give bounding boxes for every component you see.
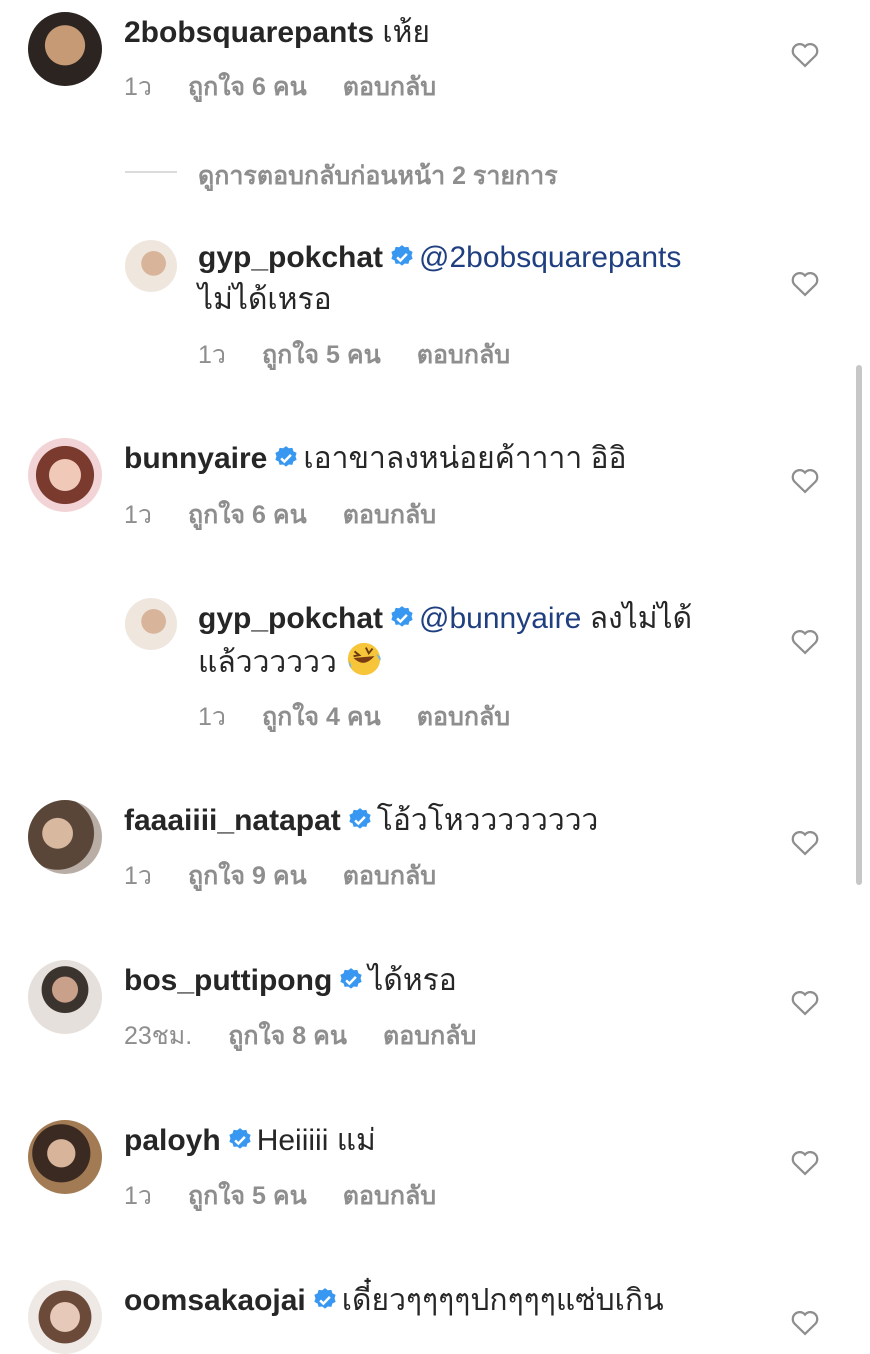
- comment-text: bos_puttipong ได้หรอ: [124, 960, 457, 1002]
- mention-link[interactable]: @bunnyaire: [419, 602, 581, 635]
- username[interactable]: faaaiiii_natapat: [124, 804, 341, 837]
- likes-count[interactable]: ถูกใจ 6 คน: [188, 501, 307, 529]
- comment-text: paloyh Heiiiii แม่: [124, 1120, 376, 1162]
- comment-meta: 1ว ถูกใจ 4 คน ตอบกลับ: [198, 702, 546, 732]
- verified-badge-icon: [314, 1288, 336, 1309]
- username[interactable]: paloyh: [124, 1124, 221, 1157]
- avatar[interactable]: [125, 240, 177, 292]
- timestamp: 1ว: [198, 341, 226, 369]
- comment-meta: 1ว ถูกใจ 9 คน ตอบกลับ: [124, 861, 472, 891]
- comment-body: เห้ย: [382, 16, 431, 49]
- reply-button[interactable]: ตอบกลับ: [417, 703, 510, 731]
- comment-meta: 1ว ถูกใจ 5 คน ตอบกลับ: [124, 1181, 472, 1211]
- username[interactable]: oomsakaojai: [124, 1284, 306, 1317]
- comment-text: 2bobsquarepants เห้ย: [124, 12, 430, 54]
- comment-meta: 1ว ถูกใจ 6 คน ตอบกลับ: [124, 500, 472, 530]
- timestamp: 1ว: [124, 862, 152, 890]
- username[interactable]: 2bobsquarepants: [124, 16, 374, 49]
- verified-badge-icon: [340, 968, 362, 989]
- reply-button[interactable]: ตอบกลับ: [343, 73, 436, 101]
- comment-body: เอาขาลงหน่อยค้าาาา อิอิ: [303, 442, 627, 475]
- likes-count[interactable]: ถูกใจ 6 คน: [188, 73, 307, 101]
- verified-badge-icon: [349, 808, 371, 829]
- timestamp: 1ว: [124, 73, 152, 101]
- heart-icon[interactable]: [790, 627, 820, 655]
- comment-body: Heiiiii แม่: [256, 1124, 376, 1157]
- timestamp: 1ว: [198, 703, 226, 731]
- likes-count[interactable]: ถูกใจ 5 คน: [188, 1182, 307, 1210]
- comment-body-line2: แล้วววววว: [198, 646, 337, 679]
- avatar[interactable]: [125, 598, 177, 650]
- likes-count[interactable]: ถูกใจ 4 คน: [262, 703, 381, 731]
- heart-icon[interactable]: [790, 1308, 820, 1336]
- reply-button[interactable]: ตอบกลับ: [343, 501, 436, 529]
- comment-body: โอ้วโหวววววววว: [376, 804, 599, 837]
- avatar[interactable]: [28, 1120, 102, 1194]
- heart-icon[interactable]: [790, 40, 820, 68]
- reply-button[interactable]: ตอบกลับ: [417, 341, 510, 369]
- comment-body: ไม่ได้เหรอ: [198, 283, 332, 316]
- comment-body: ได้หรอ: [368, 964, 457, 997]
- heart-icon[interactable]: [790, 828, 820, 856]
- mention-link[interactable]: @2bobsquarepants: [419, 241, 681, 274]
- likes-count[interactable]: ถูกใจ 5 คน: [262, 341, 381, 369]
- username[interactable]: gyp_pokchat: [198, 602, 383, 635]
- avatar[interactable]: [28, 800, 102, 874]
- comment-meta: 1ว ถูกใจ 6 คน ตอบกลับ: [124, 72, 472, 102]
- comment-text: oomsakaojai เดี๋ยวๆๆๆๆปกๆๆๆแซ่บเกิน: [124, 1280, 664, 1322]
- likes-count[interactable]: ถูกใจ 8 คน: [228, 1022, 347, 1050]
- username[interactable]: bos_puttipong: [124, 964, 332, 997]
- comment-text: gyp_pokchat @bunnyaire ลงไม่ได้ แล้วววววว: [198, 598, 758, 684]
- avatar[interactable]: [28, 12, 102, 86]
- avatar[interactable]: [28, 1280, 102, 1354]
- username[interactable]: bunnyaire: [124, 442, 267, 475]
- laughing-emoji-icon: [347, 642, 381, 676]
- timestamp: 23ชม.: [124, 1022, 193, 1050]
- verified-badge-icon: [391, 245, 413, 266]
- reply-button[interactable]: ตอบกลับ: [343, 1182, 436, 1210]
- scrollbar[interactable]: [856, 365, 862, 885]
- replies-divider: [125, 171, 177, 173]
- avatar[interactable]: [28, 960, 102, 1034]
- reply-button[interactable]: ตอบกลับ: [383, 1022, 476, 1050]
- avatar[interactable]: [28, 438, 102, 512]
- comment-text: bunnyaire เอาขาลงหน่อยค้าาาา อิอิ: [124, 438, 627, 480]
- comment-body: ลงไม่ได้: [589, 602, 693, 635]
- reply-button[interactable]: ตอบกลับ: [343, 862, 436, 890]
- view-previous-replies[interactable]: ดูการตอบกลับก่อนหน้า 2 รายการ: [198, 156, 558, 196]
- heart-icon[interactable]: [790, 269, 820, 297]
- verified-badge-icon: [275, 446, 297, 467]
- comment-text: faaaiiii_natapat โอ้วโหวววววววว: [124, 800, 598, 842]
- comment-text: gyp_pokchat @2bobsquarepants ไม่ได้เหรอ: [198, 237, 758, 321]
- verified-badge-icon: [229, 1128, 251, 1149]
- heart-icon[interactable]: [790, 466, 820, 494]
- heart-icon[interactable]: [790, 1148, 820, 1176]
- comment-meta: 23ชม. ถูกใจ 8 คน ตอบกลับ: [124, 1021, 512, 1051]
- timestamp: 1ว: [124, 501, 152, 529]
- username[interactable]: gyp_pokchat: [198, 241, 383, 274]
- timestamp: 1ว: [124, 1182, 152, 1210]
- comment-meta: 1ว ถูกใจ 5 คน ตอบกลับ: [198, 340, 546, 370]
- comment-body: เดี๋ยวๆๆๆๆปกๆๆๆแซ่บเกิน: [341, 1284, 664, 1317]
- verified-badge-icon: [391, 606, 413, 627]
- likes-count[interactable]: ถูกใจ 9 คน: [188, 862, 307, 890]
- heart-icon[interactable]: [790, 988, 820, 1016]
